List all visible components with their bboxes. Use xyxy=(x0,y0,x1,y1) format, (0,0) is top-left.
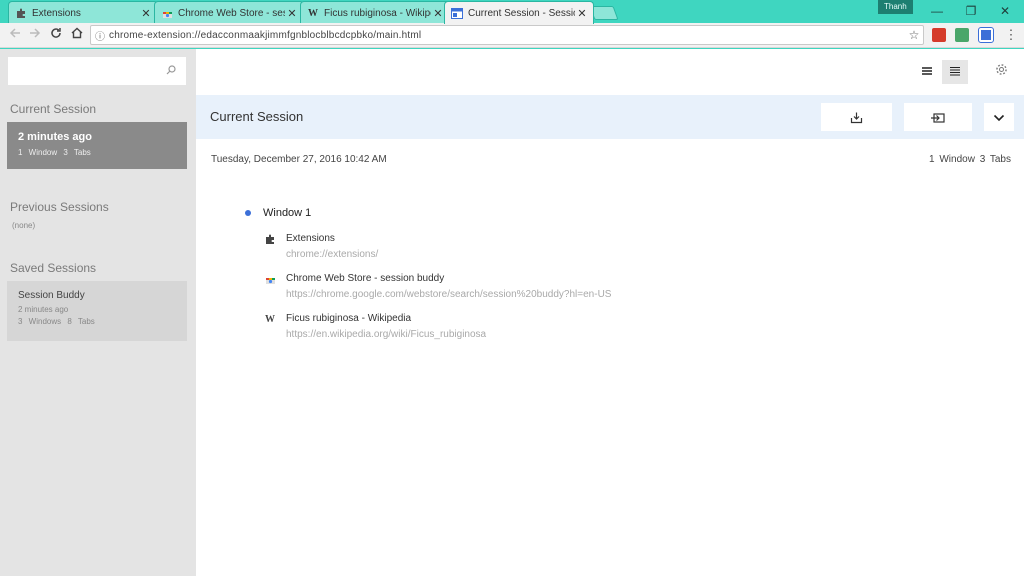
reload-icon[interactable] xyxy=(47,26,65,44)
tab-title: Ficus rubiginosa - Wikipe xyxy=(324,7,431,19)
window-label[interactable]: Window 1 xyxy=(263,207,311,219)
session-date: Tuesday, December 27, 2016 10:42 AM xyxy=(211,154,387,165)
tab-close-icon[interactable]: ✕ xyxy=(431,7,445,20)
bookmark-star-icon[interactable]: ☆ xyxy=(905,28,923,42)
back-arrow-icon[interactable] xyxy=(6,26,24,44)
minimize-button[interactable]: — xyxy=(920,0,954,22)
tab-close-icon[interactable]: ✕ xyxy=(139,7,153,20)
search-input[interactable] xyxy=(8,57,186,85)
wikipedia-icon: W xyxy=(265,314,275,325)
browser-tab-webstore[interactable]: Chrome Web Store - ses ✕ xyxy=(154,1,304,24)
tab-count: 3 Tabs xyxy=(979,154,1011,165)
extension-green-icon[interactable] xyxy=(955,28,969,42)
tab-entry-title[interactable]: Ficus rubiginosa - Wikipedia xyxy=(286,313,411,324)
saved-session-card-title: Session Buddy xyxy=(18,290,85,301)
saved-session-card-stats: 3 Windows 8 Tabs xyxy=(18,317,176,326)
wikipedia-icon: W xyxy=(308,7,318,19)
saved-session-card[interactable]: Session Buddy 2 minutes ago 3 Windows 8 … xyxy=(7,281,187,341)
current-session-card-title: 2 minutes ago xyxy=(18,131,92,143)
main-panel: Current Session Tuesday, December 27, 20… xyxy=(196,49,1024,576)
tab-entry-title[interactable]: Extensions xyxy=(286,233,335,244)
tab-entry-url: https://en.wikipedia.org/wiki/Ficus_rubi… xyxy=(286,329,487,340)
close-window-button[interactable]: ✕ xyxy=(988,0,1022,22)
address-bar[interactable]: ⓘ chrome-extension://edacconmaakjimmfgnb… xyxy=(90,25,924,45)
puzzle-icon xyxy=(264,234,276,246)
sidebar: Current Session 2 minutes ago 1 Window 3… xyxy=(0,49,196,576)
extension-red-icon[interactable] xyxy=(932,28,946,42)
gear-icon[interactable] xyxy=(995,63,1008,79)
browser-tab-extensions[interactable]: Extensions ✕ xyxy=(8,1,158,24)
restore-button[interactable]: ❐ xyxy=(954,0,988,22)
puzzle-icon xyxy=(15,7,27,19)
window-dot-icon xyxy=(245,210,251,216)
info-icon[interactable]: ⓘ xyxy=(91,28,109,43)
tab-count: 8 Tabs xyxy=(67,317,95,326)
home-icon[interactable] xyxy=(68,26,86,44)
tab-title: Current Session - Session xyxy=(468,7,575,19)
tab-close-icon[interactable]: ✕ xyxy=(575,7,589,20)
tab-strip: Extensions ✕ Chrome Web Store - ses ✕ W … xyxy=(0,0,1024,24)
browser-tab-wikipedia[interactable]: W Ficus rubiginosa - Wikipe ✕ xyxy=(300,1,450,24)
browser-tab-current-session[interactable]: Current Session - Session ✕ xyxy=(444,1,594,24)
saved-session-card-time: 2 minutes ago xyxy=(18,305,69,314)
current-session-heading: Current Session xyxy=(10,102,97,116)
download-icon xyxy=(850,112,863,124)
profile-badge[interactable]: Thanh xyxy=(878,0,913,14)
open-session-button[interactable] xyxy=(904,103,972,131)
tab-count: 3 Tabs xyxy=(63,148,91,157)
window-count: 1 Window xyxy=(18,148,58,157)
current-session-card[interactable]: 2 minutes ago 1 Window 3 Tabs xyxy=(7,122,187,169)
session-buddy-icon xyxy=(451,7,463,19)
tab-entry-title[interactable]: Chrome Web Store - session buddy xyxy=(286,273,444,284)
window-count: 3 Windows xyxy=(18,317,62,326)
chrome-menu-icon[interactable]: ⋮ xyxy=(1002,26,1020,44)
webstore-icon xyxy=(264,274,276,286)
forward-arrow-icon[interactable] xyxy=(26,26,44,44)
tab-close-icon[interactable]: ✕ xyxy=(285,7,299,20)
save-session-button[interactable] xyxy=(821,103,892,131)
compact-view-icon[interactable] xyxy=(914,60,940,84)
detail-view-icon[interactable] xyxy=(942,60,968,84)
open-window-icon xyxy=(931,113,945,123)
session-counts: 1 Window 3 Tabs xyxy=(929,154,1011,165)
session-buddy-extension-icon[interactable] xyxy=(978,27,994,43)
tab-entry-url: chrome://extensions/ xyxy=(286,249,379,260)
search-icon xyxy=(166,65,176,78)
tab-title: Extensions xyxy=(32,7,81,19)
tab-entry-url: https://chrome.google.com/webstore/searc… xyxy=(286,289,612,300)
previous-sessions-heading: Previous Sessions xyxy=(10,200,109,214)
url-text: chrome-extension://edacconmaakjimmfgnblo… xyxy=(109,29,422,41)
page-title: Current Session xyxy=(210,109,304,124)
chevron-down-icon xyxy=(993,114,1005,121)
webstore-icon xyxy=(161,7,173,19)
more-options-button[interactable] xyxy=(984,103,1014,131)
current-session-card-stats: 1 Window 3 Tabs xyxy=(18,148,176,157)
saved-sessions-heading: Saved Sessions xyxy=(10,261,97,275)
tab-title: Chrome Web Store - ses xyxy=(178,7,285,19)
window-count: 1 Window xyxy=(929,154,975,165)
session-header-band: Current Session xyxy=(196,95,1024,139)
browser-toolbar: ⓘ chrome-extension://edacconmaakjimmfgnb… xyxy=(0,23,1024,48)
previous-sessions-empty: (none) xyxy=(12,221,36,230)
